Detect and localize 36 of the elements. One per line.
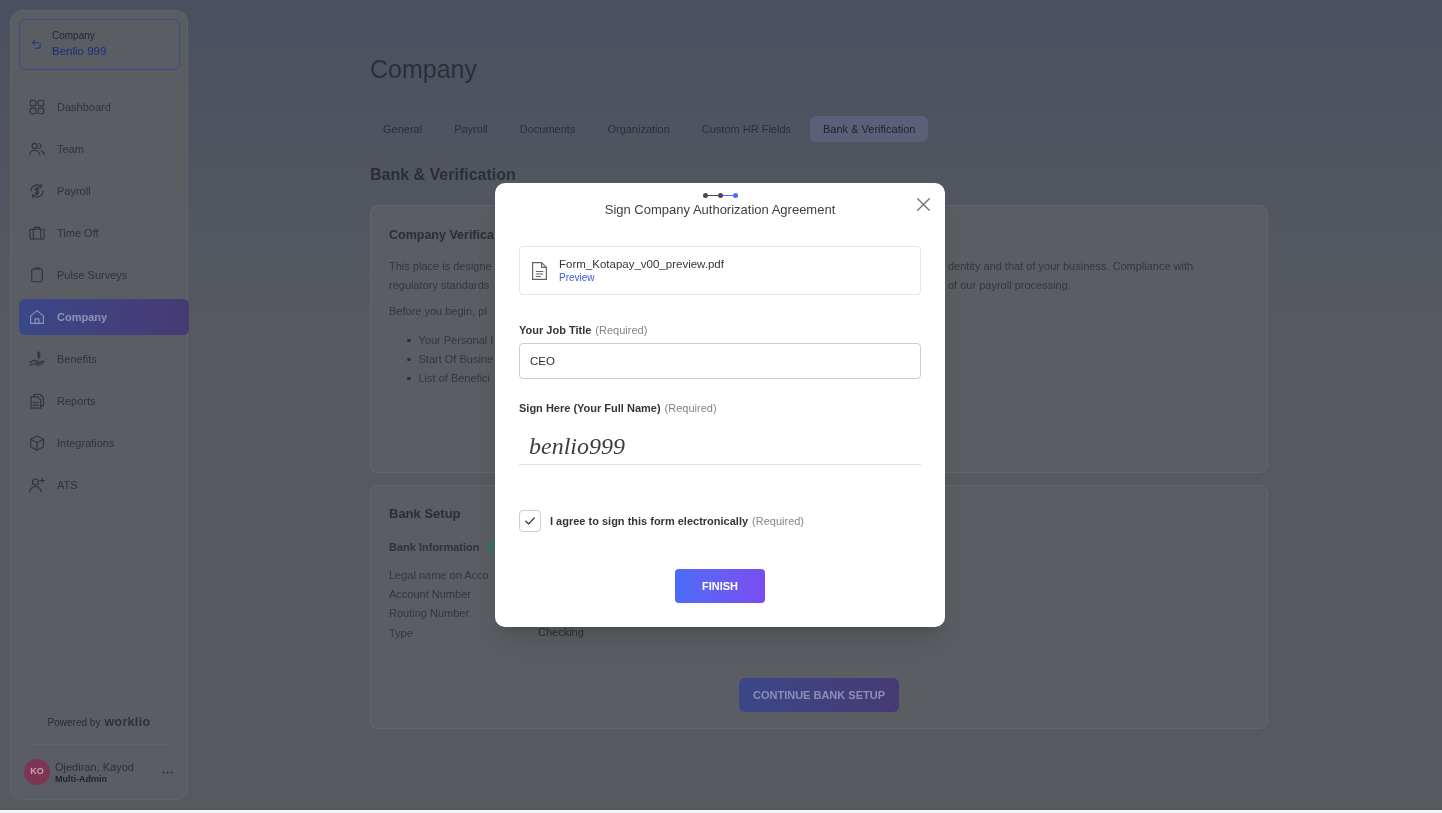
back-arrow-icon <box>31 39 42 50</box>
user-role: Multi-Admin <box>55 773 108 785</box>
bullet-icon <box>407 357 411 362</box>
signature-input[interactable]: benlio999 <box>519 424 921 465</box>
file-name: Form_Kotapay_v00_preview.pdf <box>559 257 724 271</box>
user-avatar: KO <box>24 759 50 785</box>
document-icon <box>532 261 547 280</box>
people-icon <box>28 140 46 158</box>
cube-icon <box>28 434 46 452</box>
tab[interactable]: Bank & Verification <box>810 116 929 142</box>
close-icon[interactable] <box>917 198 930 211</box>
clipboard-icon <box>28 266 46 284</box>
finish-button[interactable]: FINISH <box>675 569 765 603</box>
field-label: Sign Here (Your Full Name) <box>519 401 661 416</box>
required-note: (Required) <box>752 513 805 529</box>
continue-bank-setup-button[interactable]: CONTINUE BANK SETUP <box>739 678 899 713</box>
user-plus-icon <box>28 476 46 494</box>
status-pill-edge-icon <box>487 540 495 554</box>
required-note: (Required) <box>595 323 648 338</box>
modal-title: Sign Company Authorization Agreement <box>604 202 836 218</box>
briefcase-icon <box>28 224 46 242</box>
job-title-input[interactable]: CEO <box>519 343 921 379</box>
field-label: Your Job Title <box>519 323 592 338</box>
house-icon <box>28 308 46 326</box>
nav-item[interactable]: Company <box>19 299 189 335</box>
grid-icon <box>28 98 46 116</box>
checkbox-label: I agree to sign this form electronically <box>550 513 749 529</box>
bullet-icon <box>407 338 411 343</box>
checkbox[interactable] <box>519 510 541 532</box>
required-note: (Required) <box>664 401 717 416</box>
check-icon <box>525 517 535 525</box>
preview-link[interactable]: Preview <box>559 271 595 284</box>
dollar-cycle-icon <box>28 182 46 200</box>
bullet-icon <box>407 376 411 381</box>
documents-icon <box>28 392 46 410</box>
hand-dollar-icon <box>28 350 46 368</box>
